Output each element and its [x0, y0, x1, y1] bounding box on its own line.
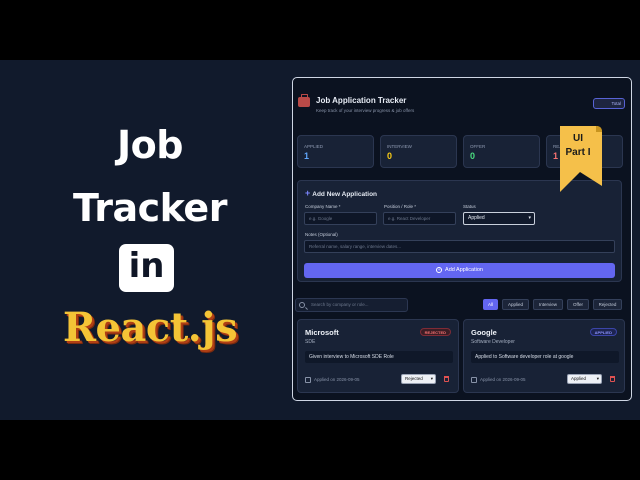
- calendar-icon: [471, 377, 477, 383]
- position-label: Position / Role *: [384, 204, 417, 209]
- filter-all[interactable]: All: [483, 299, 498, 310]
- ribbon-text: UI Part I: [558, 132, 598, 160]
- job-card: Microsoft SDE REJECTED Given interview t…: [297, 319, 459, 393]
- company-input[interactable]: e.g. Google: [304, 212, 377, 225]
- filter-offer[interactable]: Offer: [567, 299, 589, 310]
- job-note: Given interview to Microsoft SDE Role: [305, 351, 453, 363]
- search-input[interactable]: Search by company or role...: [295, 298, 408, 312]
- job-status-value: Rejected: [405, 376, 423, 381]
- filter-rejected[interactable]: Rejected: [593, 299, 622, 310]
- add-application-label: Add Application: [445, 267, 483, 273]
- job-note: Applied to Software developer role at go…: [471, 351, 619, 363]
- chevron-down-icon: ▾: [596, 376, 599, 381]
- stat-applied: APPLIED 1: [297, 135, 374, 168]
- add-application-button[interactable]: + Add Application: [304, 263, 615, 278]
- status-badge: REJECTED: [419, 328, 451, 336]
- notes-label: Notes (Optional): [305, 232, 338, 237]
- status-select-value: Applied: [468, 215, 485, 221]
- stat-value: 1: [304, 151, 310, 161]
- title-in: in: [128, 246, 165, 286]
- status-label: Status: [463, 204, 476, 209]
- stat-offer: OFFER 0: [463, 135, 540, 168]
- app-header: Job Application Tracker Keep track of yo…: [293, 78, 631, 128]
- job-status-value: Applied: [571, 376, 587, 381]
- trash-icon[interactable]: [610, 376, 615, 382]
- calendar-icon: [305, 377, 311, 383]
- letterbox-bottom: [0, 420, 640, 480]
- title-reactjs: React.js: [62, 304, 238, 351]
- chevron-down-icon: ▾: [528, 215, 531, 221]
- notes-input[interactable]: Referral name, salary range, interview d…: [304, 240, 615, 253]
- plus-circle-icon: +: [436, 266, 443, 273]
- job-status-select[interactable]: Rejected ▾: [401, 374, 436, 384]
- title-tracker: Tracker: [73, 186, 227, 230]
- status-badge: APPLIED: [589, 328, 617, 336]
- job-status-select[interactable]: Applied ▾: [567, 374, 602, 384]
- filter-applied[interactable]: Applied: [502, 299, 529, 310]
- form-heading-text: Add New Application: [312, 191, 378, 198]
- form-heading: + Add New Application: [305, 188, 377, 198]
- ribbon-line-1: UI: [573, 133, 583, 144]
- letterbox-top: [0, 0, 640, 60]
- search-icon: [299, 302, 305, 308]
- job-role: Software Developer: [471, 339, 515, 345]
- trash-icon[interactable]: [444, 376, 449, 382]
- status-select[interactable]: Applied ▾: [463, 212, 535, 225]
- thumbnail-stage: Job Tracker in React.js Job Application …: [0, 60, 640, 420]
- company-label: Company Name *: [305, 204, 341, 209]
- job-company: Microsoft: [305, 328, 339, 337]
- stat-value: 0: [470, 151, 476, 161]
- job-company: Google: [471, 328, 497, 337]
- stat-value: 0: [387, 151, 393, 161]
- total-button[interactable]: Total: [593, 98, 625, 109]
- job-date: Applied on 2026-09-05: [314, 377, 360, 382]
- stat-label: INTERVIEW: [387, 144, 412, 149]
- app-subtitle: Keep track of your interview progress & …: [316, 108, 415, 113]
- stat-interview: INTERVIEW 0: [380, 135, 457, 168]
- position-input[interactable]: e.g. React Developer: [383, 212, 456, 225]
- filter-interview[interactable]: Interview: [533, 299, 563, 310]
- job-date: Applied on 2026-09-05: [480, 377, 526, 382]
- stat-label: APPLIED: [304, 144, 324, 149]
- add-application-form: + Add New Application Company Name * e.g.…: [297, 180, 622, 282]
- ribbon-line-2: Part I: [565, 147, 591, 158]
- plus-icon: +: [305, 188, 311, 198]
- job-card: Google Software Developer APPLIED Applie…: [463, 319, 625, 393]
- app-title: Job Application Tracker: [316, 96, 407, 105]
- briefcase-icon: [298, 94, 310, 107]
- stat-label: OFFER: [470, 144, 486, 149]
- title-job: Job: [117, 123, 183, 167]
- chevron-down-icon: ▾: [430, 376, 433, 381]
- job-role: SDE: [305, 339, 316, 345]
